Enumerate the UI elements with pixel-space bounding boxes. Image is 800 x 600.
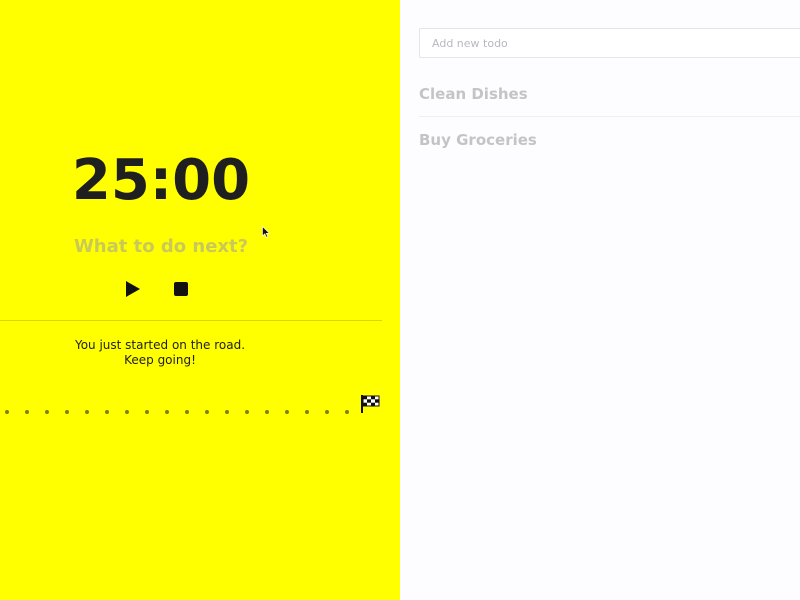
- timer-display: 25:00: [71, 148, 251, 213]
- new-todo-input[interactable]: [419, 28, 800, 58]
- todo-panel: Clean Dishes Buy Groceries: [400, 0, 800, 600]
- road-dot: [5, 410, 9, 414]
- road-dot: [225, 410, 229, 414]
- road-dot: [65, 410, 69, 414]
- pomodoro-timer-panel: 25:00 What to do next? You just started …: [0, 0, 400, 600]
- road-dot: [305, 410, 309, 414]
- road-dot: [125, 410, 129, 414]
- todo-item[interactable]: Clean Dishes: [419, 71, 800, 117]
- road-dot: [85, 410, 89, 414]
- progress-message-line2: Keep going!: [124, 353, 196, 367]
- road-dot: [325, 410, 329, 414]
- todo-item-label: Clean Dishes: [419, 84, 528, 103]
- progress-road: [5, 410, 355, 416]
- todo-list: Clean Dishes Buy Groceries: [419, 71, 800, 163]
- play-icon: [126, 281, 140, 297]
- road-dot: [205, 410, 209, 414]
- current-task-label[interactable]: What to do next?: [0, 236, 322, 257]
- road-dot: [185, 410, 189, 414]
- road-dot: [105, 410, 109, 414]
- road-dot: [45, 410, 49, 414]
- todo-item[interactable]: Buy Groceries: [419, 117, 800, 163]
- todo-item-label: Buy Groceries: [419, 131, 537, 149]
- stop-icon: [174, 282, 188, 296]
- road-dot: [345, 410, 349, 414]
- progress-message: You just started on the road. Keep going…: [0, 338, 320, 368]
- timer-divider: [0, 320, 382, 321]
- mouse-pointer-icon: [262, 226, 270, 238]
- road-dot: [25, 410, 29, 414]
- road-dot: [165, 410, 169, 414]
- road-dot: [145, 410, 149, 414]
- road-dot: [245, 410, 249, 414]
- timer-controls: [124, 279, 190, 299]
- checkered-flag-icon: [361, 395, 380, 413]
- stop-button[interactable]: [172, 279, 190, 299]
- play-button[interactable]: [124, 279, 142, 299]
- road-dot: [285, 410, 289, 414]
- progress-message-line1: You just started on the road.: [74, 338, 246, 352]
- road-dot: [265, 410, 269, 414]
- app-window: 25:00 What to do next? You just started …: [0, 0, 800, 600]
